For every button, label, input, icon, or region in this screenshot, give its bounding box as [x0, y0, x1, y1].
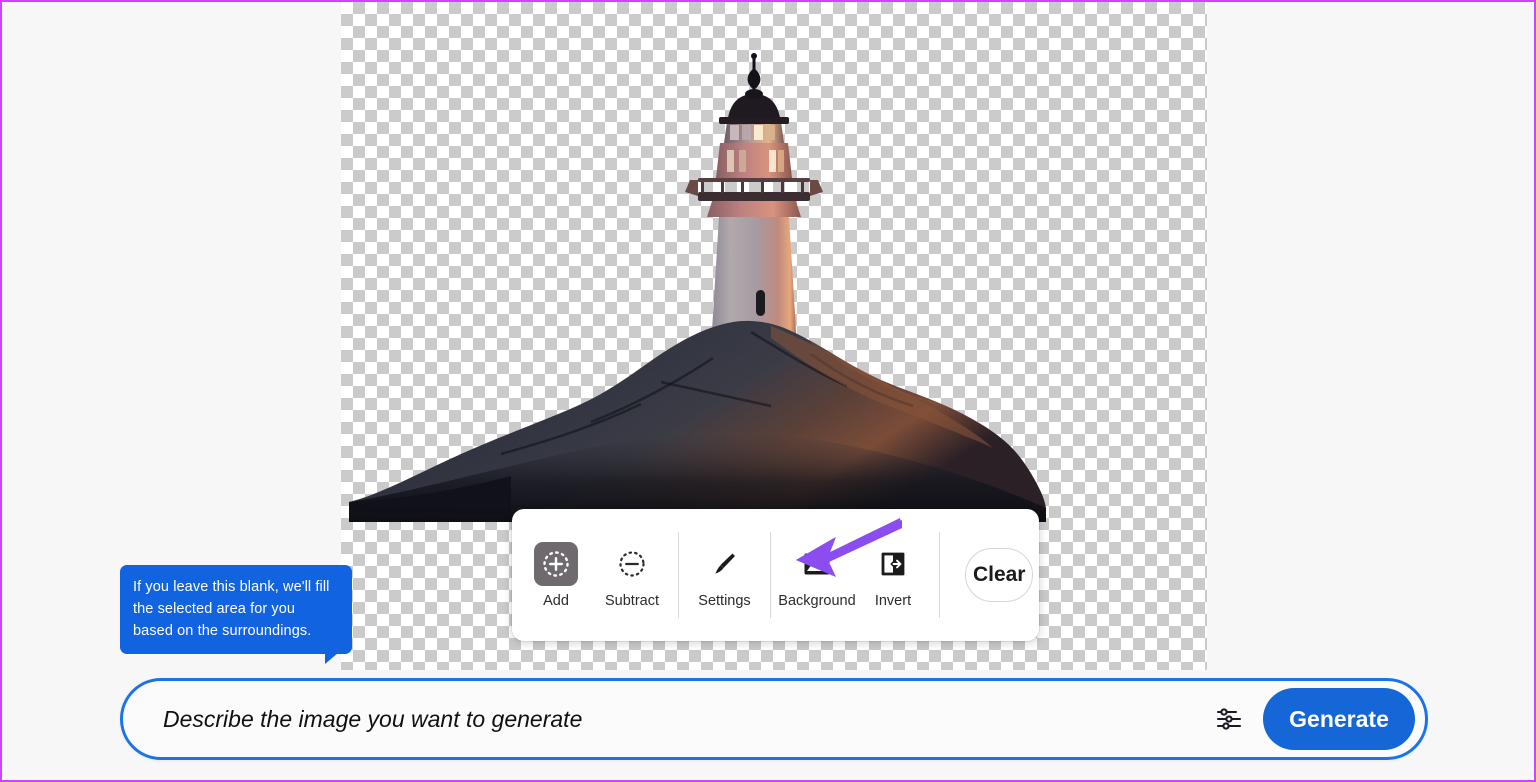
fill-hint-tooltip: If you leave this blank, we'll fill the … — [120, 565, 352, 664]
tool-subtract[interactable]: Subtract — [594, 542, 670, 609]
generate-button-label: Generate — [1289, 705, 1389, 732]
clear-button-label: Clear — [972, 563, 1026, 586]
tooltip-pointer — [325, 653, 338, 664]
tool-invert-label: Invert — [874, 592, 912, 609]
tool-settings-label: Settings — [698, 592, 751, 609]
invert-arrows-icon — [871, 542, 915, 586]
app-window: If you leave this blank, we'll fill the … — [0, 0, 1536, 782]
prompt-settings-button[interactable] — [1207, 697, 1251, 741]
dashed-circle-minus-icon — [610, 542, 654, 586]
paintbrush-icon — [702, 542, 746, 586]
tooltip-text: If you leave this blank, we'll fill the … — [133, 579, 330, 639]
tool-background-label: Background — [778, 592, 856, 609]
prompt-bar: Generate — [120, 678, 1428, 760]
tool-settings[interactable]: Settings — [686, 542, 762, 609]
background-group: Background Invert — [778, 509, 931, 641]
clear-button[interactable]: Clear — [965, 548, 1033, 602]
selection-toolbar: Add Subtract Settings Background Invert … — [512, 509, 1039, 641]
tool-subtract-label: Subtract — [605, 592, 659, 609]
tool-invert[interactable]: Invert — [855, 542, 931, 609]
tool-add-label: Add — [543, 592, 569, 609]
selection-mode-group: Add Subtract — [518, 509, 670, 641]
prompt-input[interactable] — [161, 704, 1207, 734]
sliders-icon — [1216, 708, 1242, 730]
brush-group: Settings — [686, 509, 762, 641]
tool-add[interactable]: Add — [518, 541, 594, 609]
dashed-circle-plus-icon — [534, 541, 578, 586]
generate-button[interactable]: Generate — [1263, 688, 1415, 750]
image-mountain-icon — [795, 542, 839, 586]
tool-background[interactable]: Background — [778, 542, 856, 609]
